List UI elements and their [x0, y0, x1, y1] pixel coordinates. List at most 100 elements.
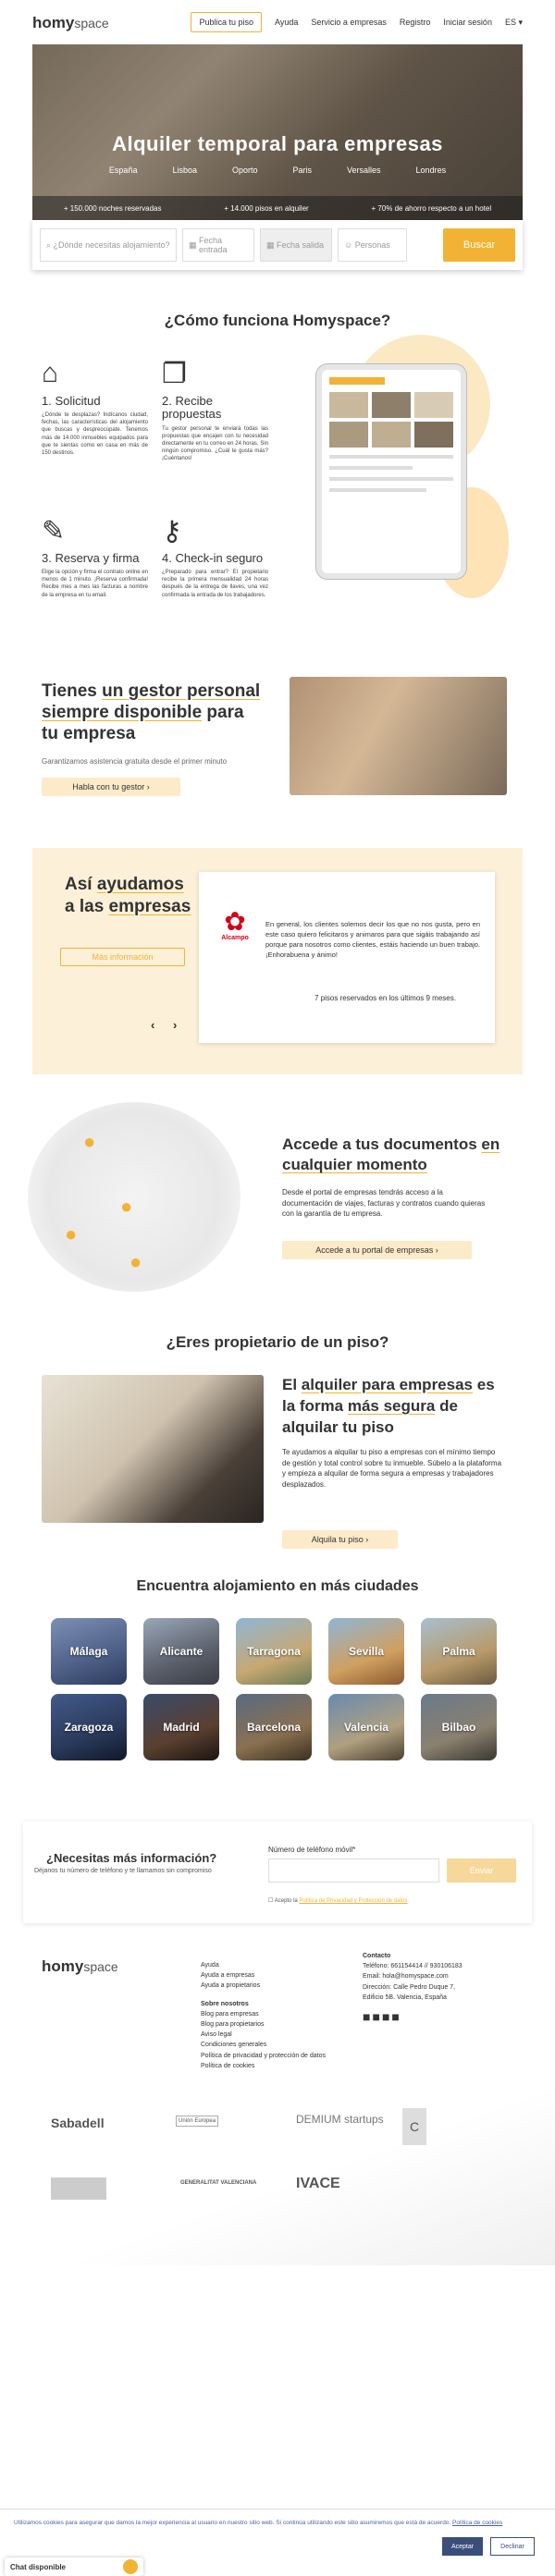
linkedin-icon[interactable]: ■ — [391, 2009, 401, 2024]
stat-savings: + 70% de ahorro respecto a un hotel — [371, 203, 492, 213]
nav-business[interactable]: Servicio a empresas — [311, 18, 387, 27]
step-title: 3. Reserva y firma — [42, 551, 140, 565]
footer-link[interactable]: Ayuda a propietarios — [201, 1981, 326, 1991]
manager-section: Tienes un gestor personal siempre dispon… — [0, 677, 555, 839]
footer-contact: Contacto Teléfono: 661154414 // 93010618… — [363, 1951, 469, 2027]
search-button[interactable]: Buscar — [443, 228, 515, 262]
footer-heading: Sobre nosotros — [201, 2000, 249, 2007]
hero-city[interactable]: Londres — [416, 166, 447, 175]
step-4: ⚷ 4. Check-in seguro ¿Preparado para ent… — [162, 515, 268, 599]
city-tile[interactable]: Tarragona — [236, 1618, 312, 1685]
footer-link[interactable]: Blog para propietarios — [201, 2019, 326, 2030]
hero-city[interactable]: Lisboa — [172, 166, 197, 175]
privacy-consent[interactable]: ☐ Acepto la Política de Privacidad y Pro… — [268, 1897, 408, 1904]
map-pin-icon: ● — [83, 1130, 96, 1153]
city-tile[interactable]: Málaga — [51, 1618, 127, 1685]
how-title: ¿Cómo funciona Homyspace? — [164, 312, 391, 329]
generalitat-logo: GENERALITAT VALENCIANA — [180, 2180, 257, 2186]
manager-button[interactable]: Habla con tu gestor › — [42, 778, 180, 796]
accept-cookies-button[interactable]: Aceptar — [442, 2537, 483, 2556]
search-icon: ⌕ — [46, 239, 54, 250]
decline-cookies-button[interactable]: Declinar — [490, 2537, 535, 2556]
how-section: ⌂ 1. Solicitud ¿Dónde te desplazas? Indí… — [0, 330, 555, 681]
documents-section: ● ● ● ● Accede a tus documentos en cualq… — [0, 1102, 555, 1315]
hero-city[interactable]: Paris — [293, 166, 313, 175]
hero-stats: + 150.000 noches reservadas + 14.000 pis… — [32, 196, 523, 220]
step-1: ⌂ 1. Solicitud ¿Dónde te desplazas? Indí… — [42, 358, 148, 457]
documents-text: Desde el portal de empresas tendrás acce… — [282, 1188, 486, 1219]
footer-link[interactable]: Blog para empresas — [201, 2009, 326, 2019]
callback-form: ¿Necesitas más información? Déjanos tu n… — [23, 1822, 532, 1923]
search-home-icon: ⌂ — [42, 358, 59, 388]
contact-phone[interactable]: Teléfono: 661154414 // 930106183 — [363, 1961, 469, 1971]
manager-title: Tienes un gestor personal siempre dispon… — [42, 681, 261, 743]
guests-input[interactable]: ☺ Personas — [338, 228, 407, 262]
documents-title: Accede a tus documentos en cualquier mom… — [282, 1135, 500, 1174]
city-tile[interactable]: Alicante — [143, 1618, 219, 1685]
nav-login[interactable]: Iniciar sesión — [443, 18, 492, 27]
city-tile[interactable]: Barcelona — [236, 1694, 312, 1760]
map-pin-icon: ● — [130, 1250, 142, 1273]
step-text: Elige la opción y firma el contrato onli… — [42, 570, 148, 598]
step-2: ❐ 2. Recibe propuestas Tu gestor persona… — [162, 358, 268, 462]
city-tile[interactable]: Valencia — [328, 1694, 404, 1760]
hero-title: Alquiler temporal para empresas — [112, 132, 443, 155]
owner-heading: El alquiler para empresas es la forma má… — [282, 1376, 495, 1436]
hero-city[interactable]: Versalles — [347, 166, 381, 175]
chat-label: Chat disponible — [10, 2562, 66, 2571]
city-tile[interactable]: Sevilla — [328, 1618, 404, 1685]
checkout-input[interactable]: ▦ Fecha salida — [260, 228, 332, 262]
stat-flats: + 14.000 pisos en alquiler — [224, 203, 309, 213]
hero-city[interactable]: España — [109, 166, 138, 175]
pen-icon: ✎ — [42, 516, 66, 546]
ivace-logo: IVACE — [296, 2176, 340, 2191]
publish-button[interactable]: Publica tu piso — [191, 12, 262, 32]
seal-logo: C — [402, 2108, 426, 2145]
instagram-icon[interactable]: ■ — [382, 2009, 391, 2024]
chat-widget[interactable]: Chat disponible — [5, 2558, 143, 2576]
footer-help-links: Ayuda Ayuda a empresas Ayuda a propietar… — [201, 1960, 326, 2071]
more-info-button[interactable]: Más información — [60, 948, 185, 966]
footer-logo[interactable]: homyspace — [42, 1958, 118, 1974]
header: homyspace Publica tu piso Ayuda Servicio… — [0, 0, 555, 44]
next-arrow-icon[interactable]: › — [173, 1018, 177, 1032]
twitter-icon[interactable]: ■ — [372, 2009, 381, 2024]
step-text: ¿Preparado para entrar? El propietario r… — [162, 570, 268, 598]
main-nav: Publica tu piso Ayuda Servicio a empresa… — [191, 12, 523, 32]
footer-heading: Contacto — [363, 1953, 391, 1959]
chat-icon[interactable] — [123, 2559, 138, 2574]
owner-text: Te ayudamos a alquilar tu piso a empresa… — [282, 1448, 502, 1489]
footer-link[interactable]: Política de cookies — [201, 2061, 326, 2071]
footer: homyspace Ayuda Ayuda a empresas Ayuda a… — [0, 1951, 555, 2265]
checkbox-icon[interactable]: ☐ — [268, 1898, 273, 1904]
portal-button[interactable]: Accede a tu portal de empresas › — [282, 1241, 472, 1259]
footer-link[interactable]: Aviso legal — [201, 2030, 326, 2040]
footer-link[interactable]: Ayuda a empresas — [201, 1970, 326, 1981]
city-tile[interactable]: Madrid — [143, 1694, 219, 1760]
phone-input[interactable] — [268, 1858, 439, 1883]
nav-register[interactable]: Registro — [400, 18, 431, 27]
cookie-policy-link[interactable]: Política de cookies — [452, 2520, 502, 2526]
facebook-icon[interactable]: ■ — [363, 2009, 372, 2024]
rent-flat-button[interactable]: Alquila tu piso › — [282, 1530, 398, 1549]
contact-email[interactable]: Email: hola@homyspace.com — [363, 1971, 469, 1981]
logo[interactable]: homyspace — [32, 15, 109, 31]
step-text: Tu gestor personal te enviará todas las … — [162, 425, 268, 461]
footer-link[interactable]: Condiciones generales — [201, 2040, 326, 2050]
send-button[interactable]: Enviar — [447, 1858, 516, 1883]
footer-link[interactable]: Ayuda — [201, 1960, 326, 1970]
hero-city[interactable]: Oporto — [232, 166, 258, 175]
footer-link[interactable]: Política de privacidad y protección de d… — [201, 2051, 326, 2061]
step-3: ✎ 3. Reserva y firma Elige la opción y f… — [42, 515, 148, 599]
checkin-input[interactable]: ▦ Fecha entrada — [182, 228, 254, 262]
map-pin-icon: ● — [65, 1222, 78, 1245]
cookie-banner: Utilizamos cookies para asegurar que dam… — [0, 2509, 555, 2576]
prev-arrow-icon[interactable]: ‹ — [151, 1018, 154, 1032]
owner-section: El alquiler para empresas es la forma má… — [0, 1375, 555, 1578]
city-tile[interactable]: Bilbao — [421, 1694, 497, 1760]
city-tile[interactable]: Zaragoza — [51, 1694, 127, 1760]
city-tile[interactable]: Palma — [421, 1618, 497, 1685]
nav-help[interactable]: Ayuda — [275, 18, 298, 27]
language-select[interactable]: ES ▾ — [505, 18, 523, 28]
location-input[interactable]: ⌕ ¿Dónde necesitas alojamiento? — [40, 228, 177, 262]
